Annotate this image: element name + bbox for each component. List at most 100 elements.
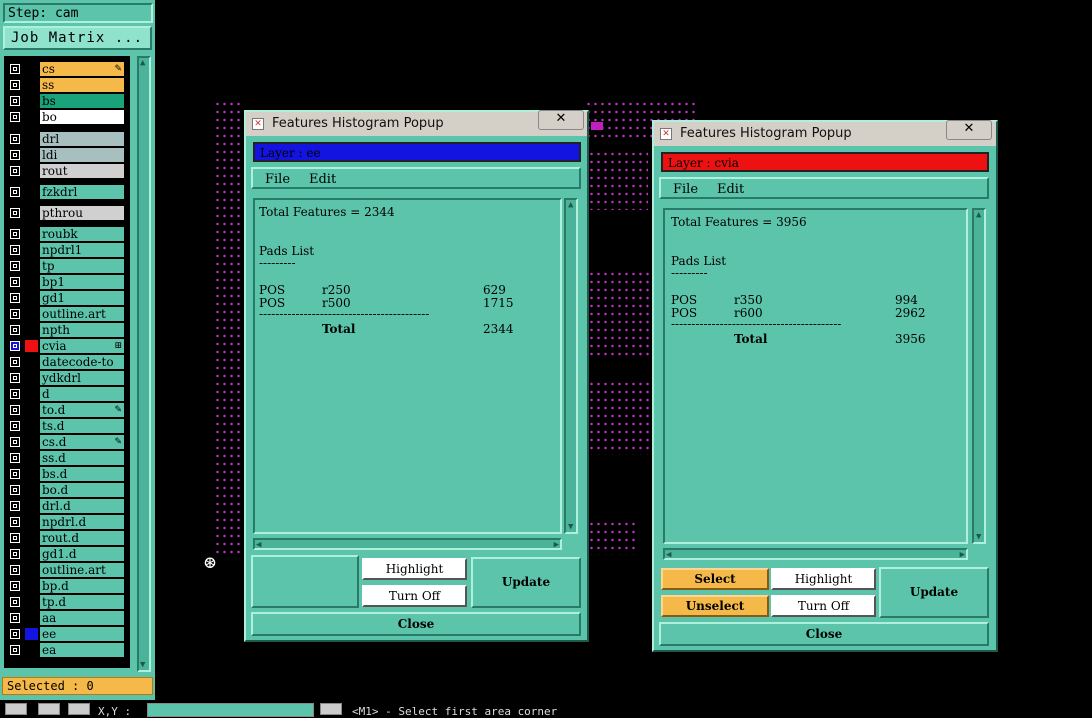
layer-name[interactable]: cvia ⊞ xyxy=(40,339,124,353)
layer-checkbox[interactable] xyxy=(10,645,20,655)
layer-row[interactable]: fzkdrl xyxy=(4,185,130,199)
layer-name[interactable]: outline.art xyxy=(40,307,124,321)
layer-checkbox[interactable] xyxy=(10,453,20,463)
scroll-up-arrow-icon[interactable]: ▲ xyxy=(568,200,573,210)
vertical-scrollbar[interactable]: ▲ ▼ xyxy=(564,198,578,534)
layer-checkbox[interactable] xyxy=(10,517,20,527)
highlight-button[interactable]: Highlight xyxy=(771,568,876,590)
scroll-left-arrow-icon[interactable]: ◀ xyxy=(256,540,261,550)
layer-row[interactable]: ss xyxy=(4,78,130,92)
turn-off-button[interactable]: Turn Off xyxy=(362,585,467,607)
layer-checkbox[interactable] xyxy=(10,166,20,176)
layer-checkbox[interactable] xyxy=(10,437,20,447)
scroll-right-arrow-icon[interactable]: ▶ xyxy=(554,540,559,550)
layer-row[interactable]: aa xyxy=(4,611,130,625)
layer-name[interactable]: drl xyxy=(40,132,124,146)
layer-checkbox[interactable] xyxy=(10,565,20,575)
layer-name[interactable]: cs ✎ xyxy=(40,62,124,76)
horizontal-scrollbar[interactable]: ◀ ▶ xyxy=(253,538,562,550)
layer-checkbox[interactable] xyxy=(10,373,20,383)
close-button[interactable]: Close xyxy=(659,622,989,646)
layer-name[interactable]: npth xyxy=(40,323,124,337)
unselect-button[interactable]: Unselect xyxy=(661,595,769,617)
popup-titlebar[interactable]: ✕ Features Histogram Popup xyxy=(246,112,587,136)
tool-button[interactable] xyxy=(5,703,27,715)
layer-name[interactable]: bs.d xyxy=(40,467,124,481)
layer-checkbox[interactable] xyxy=(10,187,20,197)
layer-checkbox[interactable] xyxy=(10,293,20,303)
layer-list-scrollbar[interactable]: ▲ ▼ xyxy=(137,56,151,672)
layer-name[interactable]: roubk xyxy=(40,227,124,241)
close-button[interactable]: Close xyxy=(251,612,581,636)
scroll-up-arrow-icon[interactable]: ▲ xyxy=(976,210,981,220)
layer-checkbox[interactable] xyxy=(10,96,20,106)
menu-edit[interactable]: Edit xyxy=(717,182,744,197)
layer-row[interactable]: npdrl1 xyxy=(4,243,130,257)
close-icon[interactable]: ✕ xyxy=(538,110,584,130)
layer-row[interactable]: tp.d xyxy=(4,595,130,609)
layer-checkbox[interactable] xyxy=(10,421,20,431)
layer-row[interactable]: bs.d xyxy=(4,467,130,481)
layer-checkbox[interactable] xyxy=(10,325,20,335)
layer-row[interactable]: ea xyxy=(4,643,130,657)
layer-checkbox[interactable] xyxy=(10,64,20,74)
layer-checkbox[interactable] xyxy=(10,469,20,479)
layer-checkbox[interactable] xyxy=(10,277,20,287)
histogram-text-area[interactable]: Total Features = 2344 Pads List --------… xyxy=(253,198,562,534)
layer-name[interactable]: npdrl.d xyxy=(40,515,124,529)
layer-checkbox[interactable] xyxy=(10,150,20,160)
layer-name[interactable]: bp1 xyxy=(40,275,124,289)
layer-name[interactable]: gd1.d xyxy=(40,547,124,561)
layer-name[interactable]: aa xyxy=(40,611,124,625)
layer-name[interactable]: rout xyxy=(40,164,124,178)
menu-file[interactable]: File xyxy=(265,172,290,187)
layer-row[interactable]: gd1.d xyxy=(4,547,130,561)
layer-name[interactable]: fzkdrl xyxy=(40,185,124,199)
layer-checkbox[interactable] xyxy=(10,309,20,319)
highlight-button[interactable]: Highlight xyxy=(362,558,467,580)
layer-checkbox[interactable] xyxy=(10,581,20,591)
layer-checkbox[interactable] xyxy=(10,549,20,559)
layer-name[interactable]: ea xyxy=(40,643,124,657)
close-icon[interactable]: ✕ xyxy=(946,120,992,140)
layer-row[interactable]: npth xyxy=(4,323,130,337)
layer-checkbox[interactable] xyxy=(10,597,20,607)
layer-row[interactable]: outline.art xyxy=(4,563,130,577)
layer-name[interactable]: ldi xyxy=(40,148,124,162)
layer-row[interactable]: rout xyxy=(4,164,130,178)
job-matrix-button[interactable]: Job Matrix ... xyxy=(3,26,152,50)
layer-row[interactable]: ldi xyxy=(4,148,130,162)
layer-name[interactable]: bo xyxy=(40,110,124,124)
update-button[interactable]: Update xyxy=(879,567,989,618)
layer-row[interactable]: cvia ⊞ xyxy=(4,339,130,353)
layer-row[interactable]: cs.d ✎ xyxy=(4,435,130,449)
layer-row[interactable]: d xyxy=(4,387,130,401)
layer-row[interactable]: pthrou xyxy=(4,206,130,220)
layer-name[interactable]: tp xyxy=(40,259,124,273)
layer-name[interactable]: tp.d xyxy=(40,595,124,609)
layer-name[interactable]: outline.art xyxy=(40,563,124,577)
layer-checkbox[interactable] xyxy=(10,629,20,639)
scroll-down-arrow-icon[interactable]: ▼ xyxy=(568,522,573,532)
menu-file[interactable]: File xyxy=(673,182,698,197)
layer-checkbox[interactable] xyxy=(10,357,20,367)
layer-checkbox[interactable] xyxy=(10,485,20,495)
layer-checkbox[interactable] xyxy=(10,341,20,351)
layer-row[interactable]: bo.d xyxy=(4,483,130,497)
layer-name[interactable]: drl.d xyxy=(40,499,124,513)
tool-button[interactable] xyxy=(38,703,60,715)
layer-checkbox[interactable] xyxy=(10,112,20,122)
layer-name[interactable]: ee xyxy=(40,627,124,641)
turn-off-button[interactable]: Turn Off xyxy=(771,595,876,617)
scroll-up-arrow-icon[interactable]: ▲ xyxy=(140,58,145,68)
layer-name[interactable]: gd1 xyxy=(40,291,124,305)
layer-checkbox[interactable] xyxy=(10,261,20,271)
layer-row[interactable]: datecode-to xyxy=(4,355,130,369)
layer-name[interactable]: ss.d xyxy=(40,451,124,465)
layer-row[interactable]: drl xyxy=(4,132,130,146)
layer-name[interactable]: pthrou xyxy=(40,206,124,220)
layer-row[interactable]: to.d ✎ xyxy=(4,403,130,417)
tool-button[interactable] xyxy=(320,703,342,715)
layer-row[interactable]: outline.art xyxy=(4,307,130,321)
layer-row[interactable]: gd1 xyxy=(4,291,130,305)
